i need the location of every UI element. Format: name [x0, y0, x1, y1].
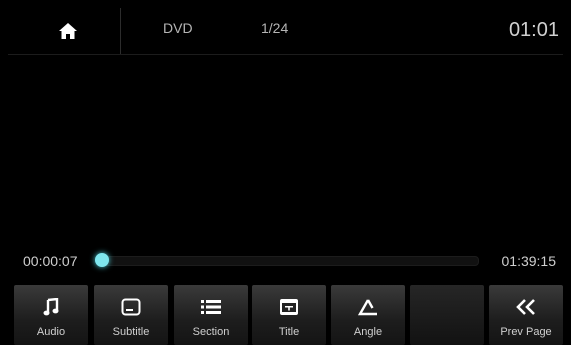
total-time: 01:39:15 — [501, 253, 557, 269]
video-area[interactable] — [0, 56, 571, 246]
title-label: Title — [278, 326, 300, 338]
subtitle-label: Subtitle — [112, 326, 150, 338]
header-divider — [120, 8, 121, 54]
double-chevron-left-icon — [516, 296, 536, 318]
empty-slot-button — [410, 285, 484, 345]
audio-label: Audio — [36, 326, 66, 338]
clock: 01:01 — [508, 19, 559, 41]
home-icon — [59, 23, 77, 39]
list-icon — [201, 296, 221, 318]
section-label: Section — [192, 326, 230, 338]
home-button[interactable] — [18, 8, 118, 54]
control-bar: Audio Subtitle Section Title Angle Prev … — [0, 285, 571, 345]
title-button[interactable]: Title — [252, 285, 326, 345]
top-bar: DVD 1/24 01:01 — [0, 8, 571, 54]
subtitle-button[interactable]: Subtitle — [94, 285, 168, 345]
dvd-player-screen: DVD 1/24 01:01 00:00:07 01:39:15 Audio S… — [0, 0, 571, 345]
angle-button[interactable]: Angle — [331, 285, 405, 345]
elapsed-time: 00:00:07 — [23, 253, 78, 269]
prev-page-button[interactable]: Prev Page — [489, 285, 563, 345]
source-label: DVD — [163, 20, 193, 36]
audio-button[interactable]: Audio — [14, 285, 88, 345]
header-separator — [8, 54, 563, 55]
prev-page-label: Prev Page — [500, 326, 552, 338]
section-button[interactable]: Section — [174, 285, 248, 345]
track-counter: 1/24 — [261, 20, 289, 36]
subtitle-icon — [121, 296, 141, 318]
seek-bar[interactable] — [102, 256, 479, 266]
angle-icon — [357, 296, 379, 318]
title-icon — [279, 296, 299, 318]
angle-label: Angle — [353, 326, 383, 338]
music-note-icon — [43, 296, 59, 318]
